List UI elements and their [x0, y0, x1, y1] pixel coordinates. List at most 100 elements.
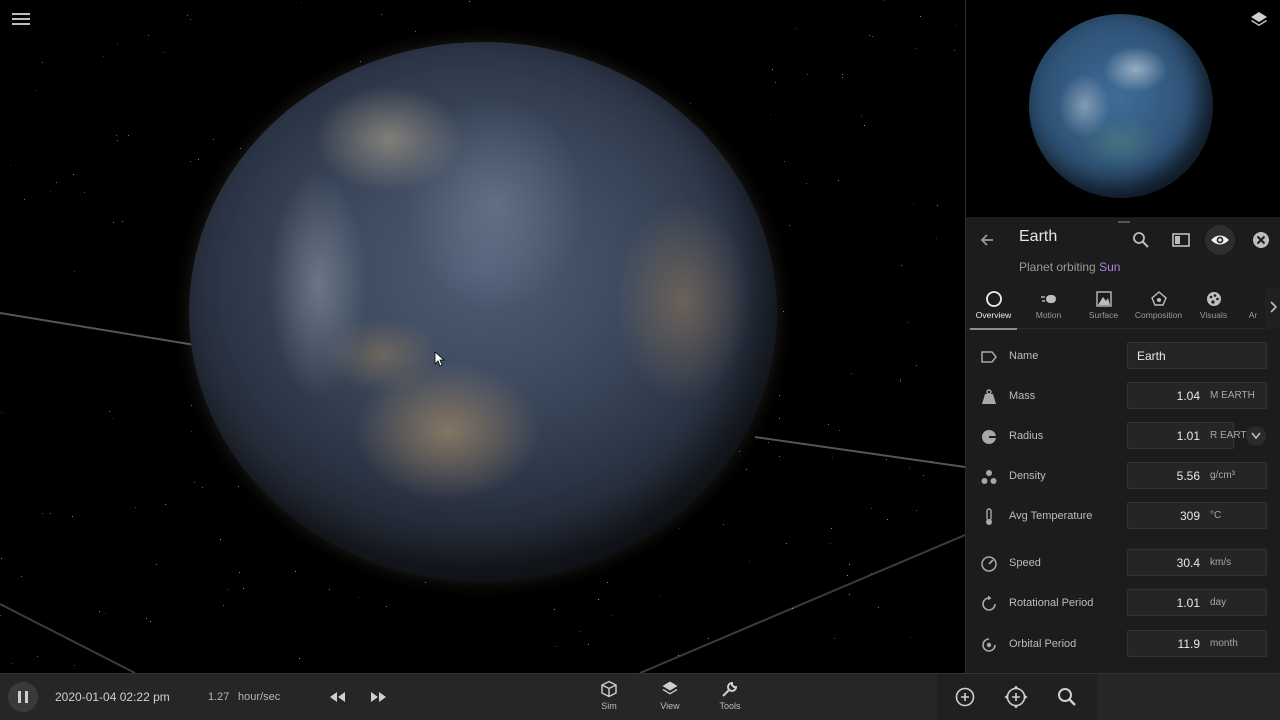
- star: [598, 599, 599, 600]
- star: [830, 543, 831, 544]
- drag-handle[interactable]: [1118, 221, 1130, 223]
- property-unit: day: [1210, 597, 1227, 608]
- speed-field[interactable]: 30.4 km/s: [1127, 549, 1267, 576]
- tab-motion[interactable]: Motion: [1021, 287, 1076, 329]
- pause-icon[interactable]: [8, 682, 38, 712]
- property-value: 30.4: [1176, 556, 1200, 570]
- density-icon: [981, 470, 997, 484]
- tab-partial[interactable]: Ar: [1241, 287, 1265, 329]
- star: [198, 159, 199, 160]
- star: [842, 74, 843, 75]
- star: [74, 271, 75, 272]
- surface-icon: [1095, 291, 1112, 307]
- star: [239, 572, 240, 573]
- hamburger-menu-icon[interactable]: [10, 10, 32, 30]
- tools-menu-button[interactable]: Tools: [710, 680, 750, 718]
- time-rate-value[interactable]: 1.27: [208, 691, 229, 703]
- rotation-icon: [982, 595, 996, 611]
- star: [117, 140, 118, 141]
- star: [73, 174, 74, 175]
- star: [849, 594, 850, 595]
- star: [660, 596, 661, 597]
- property-mass: Mass 1.04 M EARTH: [966, 377, 1280, 417]
- star: [299, 658, 300, 659]
- radius-expand-button[interactable]: [1246, 426, 1266, 446]
- star: [611, 615, 612, 616]
- star: [220, 539, 221, 540]
- move-add-icon[interactable]: [1003, 684, 1029, 710]
- star: [191, 405, 192, 406]
- property-speed: Speed 30.4 km/s: [966, 544, 1280, 584]
- layers-icon: [662, 681, 678, 695]
- tool-label: Sim: [601, 701, 617, 711]
- star: [238, 486, 239, 487]
- star: [381, 14, 382, 15]
- tab-scroll-right-button[interactable]: [1265, 287, 1280, 329]
- panel-toggle-button[interactable]: [1166, 225, 1196, 255]
- star: [915, 48, 916, 49]
- back-arrow-icon[interactable]: [976, 229, 998, 251]
- rotational-period-field[interactable]: 1.01 day: [1127, 589, 1267, 616]
- star: [146, 618, 147, 619]
- property-label: Density: [1009, 470, 1046, 482]
- tab-label: Composition: [1134, 310, 1183, 320]
- tab-visuals[interactable]: Visuals: [1186, 287, 1241, 329]
- eye-button[interactable]: [1205, 225, 1235, 255]
- search-button[interactable]: [1126, 225, 1156, 255]
- star: [739, 451, 740, 452]
- rewind-icon[interactable]: [325, 684, 351, 710]
- star: [954, 50, 955, 51]
- star: [937, 205, 938, 206]
- tab-composition[interactable]: Composition: [1131, 287, 1186, 329]
- star: [907, 322, 908, 323]
- star: [887, 519, 888, 520]
- avg-temperature-field[interactable]: 309 °C: [1127, 502, 1267, 529]
- star: [864, 125, 865, 126]
- add-icon[interactable]: [952, 684, 978, 710]
- star: [42, 62, 43, 63]
- fast-forward-icon[interactable]: [365, 684, 391, 710]
- star: [194, 482, 195, 483]
- panel-header: Earth Planet orbiting Sun: [966, 217, 1280, 287]
- star: [909, 467, 910, 468]
- property-unit: km/s: [1210, 557, 1232, 568]
- star: [679, 528, 680, 529]
- space-viewport[interactable]: [0, 0, 965, 673]
- tab-surface[interactable]: Surface: [1076, 287, 1131, 329]
- sim-menu-button[interactable]: Sim: [589, 680, 629, 718]
- preview-planet-image: [1029, 14, 1213, 198]
- density-field[interactable]: 5.56 g/cm³: [1127, 462, 1267, 489]
- cube-icon: [601, 680, 617, 698]
- property-value: 1.01: [1176, 429, 1200, 443]
- layers-icon[interactable]: [1249, 10, 1269, 30]
- mass-field[interactable]: 1.04 M EARTH: [1127, 382, 1267, 409]
- star: [109, 411, 110, 412]
- star: [74, 665, 75, 666]
- star: [42, 513, 43, 514]
- object-title: Earth: [1019, 228, 1058, 245]
- planet-earth[interactable]: [189, 42, 777, 582]
- wrench-icon: [722, 681, 738, 697]
- search-icon[interactable]: [1054, 684, 1080, 710]
- view-menu-button[interactable]: View: [650, 680, 690, 718]
- star: [113, 222, 114, 223]
- star: [607, 582, 608, 583]
- star: [301, 2, 302, 3]
- star: [37, 656, 38, 657]
- object-info-panel: Earth Planet orbiting Sun Overview Motio…: [965, 0, 1280, 673]
- radius-field[interactable]: 1.01 R EARTH: [1127, 422, 1254, 449]
- parent-body-link[interactable]: Sun: [1099, 260, 1120, 274]
- name-field[interactable]: Earth: [1127, 342, 1267, 369]
- close-button[interactable]: [1246, 225, 1276, 255]
- star: [190, 161, 191, 162]
- star: [128, 135, 129, 136]
- property-name: Name Earth: [966, 337, 1280, 377]
- orbital-period-field[interactable]: 11.9 month: [1127, 630, 1267, 657]
- star: [556, 646, 557, 647]
- simulation-date[interactable]: 2020-01-04 02:22 pm: [55, 690, 170, 704]
- star: [103, 56, 104, 57]
- star: [35, 90, 36, 91]
- star: [746, 469, 747, 470]
- star: [723, 524, 724, 525]
- tab-overview[interactable]: Overview: [966, 287, 1021, 330]
